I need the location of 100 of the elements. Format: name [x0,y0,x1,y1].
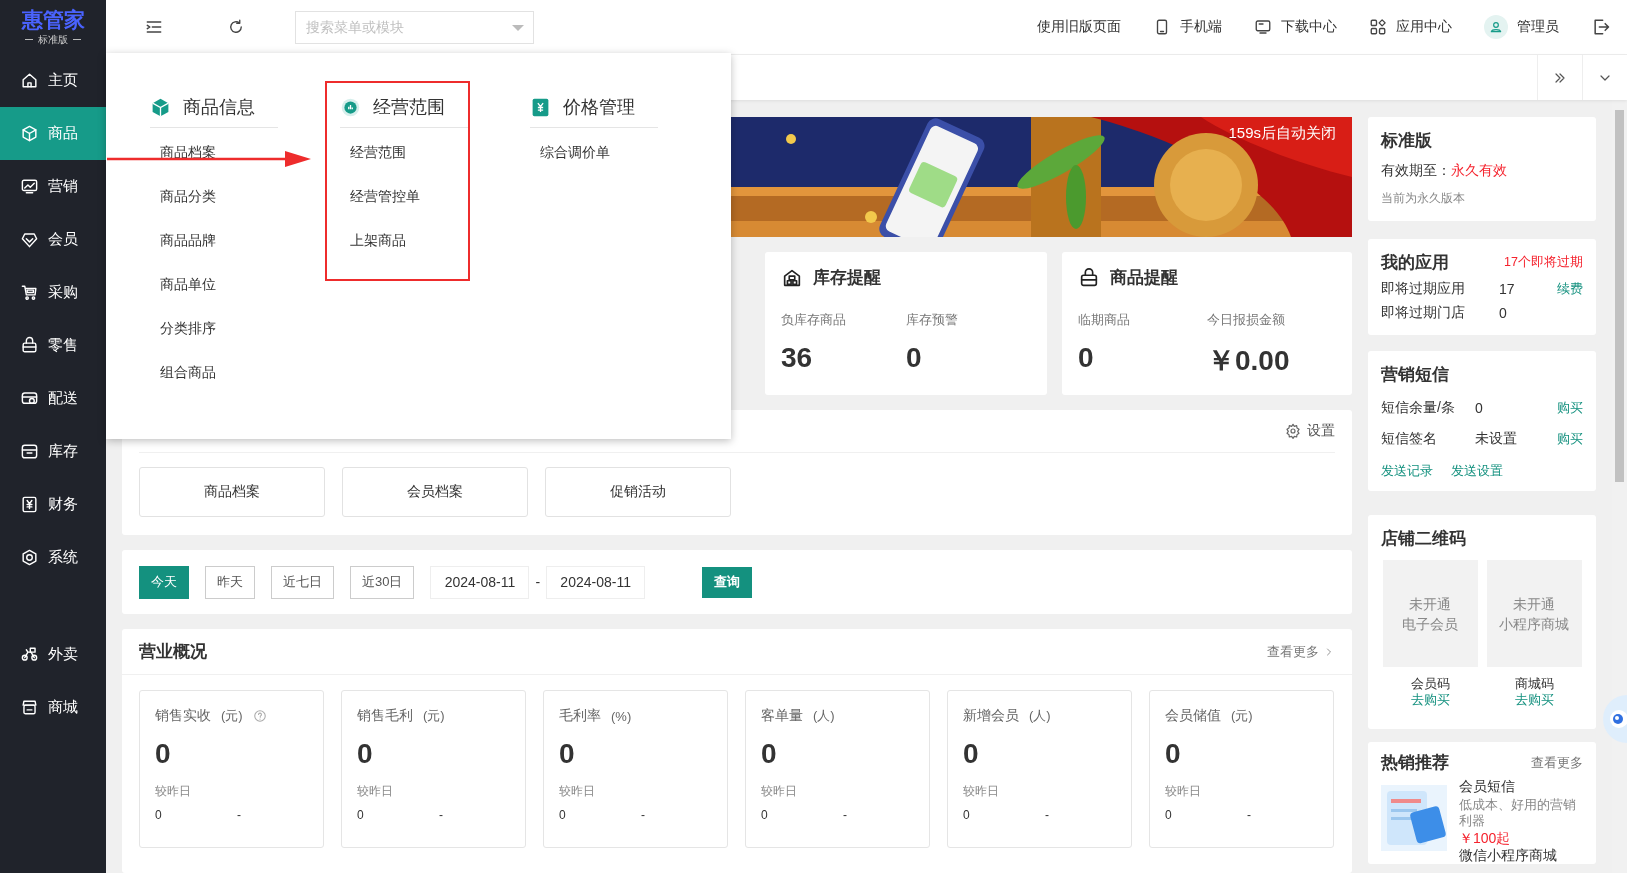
header-link[interactable]: 手机端 [1153,18,1222,36]
sidebar-item[interactable]: 系统 [0,531,106,584]
metric-unit: (元) [423,707,445,725]
validity-label: 有效期至： [1381,162,1451,180]
menu-group-title: 价格管理 [563,96,635,119]
card-title: 我的应用 [1381,252,1449,274]
change-value: - [1247,808,1251,822]
sidebar-item[interactable]: 营销 [0,160,106,213]
header-link[interactable]: 应用中心 [1369,18,1452,36]
bag-icon [1078,266,1100,289]
cube-icon [20,124,39,143]
sidebar-item[interactable]: 商城 [0,681,106,734]
stat-value: 0 [1078,342,1095,374]
compare-value: 0 [559,808,567,822]
sms-link[interactable]: 发送记录 [1381,462,1433,480]
menu-item[interactable]: 经营管控单 [350,186,420,206]
search-field[interactable]: 搜索菜单或模块 [295,10,534,44]
metric-label: 客单量 [761,707,803,725]
menu-item[interactable]: 商品单位 [160,274,216,294]
qrcode-label: 会员码 [1410,676,1450,692]
buy-link[interactable]: 购买 [1557,430,1583,448]
settings-link[interactable]: 设置 [1285,422,1335,440]
row-value: 未设置 [1475,430,1518,448]
shortcut-button[interactable]: 促销活动 [545,467,731,517]
refresh-icon[interactable] [227,18,245,36]
product-name[interactable]: 会员短信 [1459,777,1583,795]
renew-link[interactable]: 续费 [1557,280,1583,298]
chart-icon [20,177,39,196]
sidebar-item[interactable]: 会员 [0,213,106,266]
date-field[interactable]: 2024-08-11 [546,565,646,599]
logo-subtitle: 标准版 [38,32,68,47]
stat-value: ￥0.00 [1207,344,1291,378]
sidebar-item[interactable]: 配送 [0,372,106,425]
metric-unit: (元) [221,707,243,725]
date-separator: - [535,574,541,590]
metric-value: 0 [559,738,576,770]
range-button[interactable]: 昨天 [205,565,255,599]
section-title: 营业概况 [139,641,207,663]
range-button[interactable]: 近七日 [271,565,334,599]
yen-icon [20,495,39,514]
change-value: - [641,808,645,822]
menu-item[interactable]: 综合调价单 [540,142,610,162]
compare-value: 0 [155,808,163,822]
product-name[interactable]: 微信小程序商城 [1459,847,1583,864]
metric-label: 毛利率 [559,707,601,725]
settings-icon [1285,423,1301,439]
date-field[interactable]: 2024-08-11 [430,565,530,599]
metric-value: 0 [357,738,374,770]
sidebar-item[interactable]: 采购 [0,266,106,319]
header-link[interactable]: 管理员 [1484,15,1559,39]
buy-link[interactable]: 去购买 [1410,692,1450,708]
home-icon [20,71,39,90]
metric-unit: (人) [1029,707,1051,725]
buy-link[interactable]: 去购买 [1514,692,1554,708]
qrcode-name: 电子会员 [1402,614,1458,634]
shortcut-button[interactable]: 会员档案 [342,467,528,517]
caret-icon [512,24,524,31]
menu-item[interactable]: 经营范围 [350,142,406,162]
menu-item[interactable]: 分类排序 [160,318,216,338]
qrcode-label: 商城码 [1514,676,1554,692]
more-link[interactable]: 查看更多 [1267,642,1335,661]
metric-label: 销售毛利 [357,707,413,725]
header-link[interactable]: 下载中心 [1254,18,1337,36]
shortcut-button[interactable]: 商品档案 [139,467,325,517]
menu-item[interactable]: 组合商品 [160,362,216,382]
row-label: 即将过期应用 [1381,280,1466,298]
card-title: 库存提醒 [813,267,881,289]
menu-item[interactable]: 上架商品 [350,230,406,250]
menu-item[interactable]: 商品品牌 [160,230,216,250]
apps-icon [1369,18,1387,36]
range-button[interactable]: 近30日 [350,565,415,599]
more-link[interactable]: 查看更多 [1531,753,1583,772]
row-label: 短信余量/条 [1381,399,1456,417]
sms-link[interactable]: 发送设置 [1451,462,1503,480]
sidebar-item[interactable]: 零售 [0,319,106,372]
range-button[interactable]: 今天 [139,565,189,599]
buy-link[interactable]: 购买 [1557,399,1583,417]
card-title: 店铺二维码 [1381,529,1466,548]
metric-unit: (%) [611,708,632,724]
sidebar-item[interactable]: 库存 [0,425,106,478]
diamond-icon [20,230,39,249]
menu-item[interactable]: 商品分类 [160,186,216,206]
sidebar-item[interactable]: 财务 [0,478,106,531]
metric-label: 销售实收 [155,707,211,725]
query-button[interactable]: 查询 [702,566,753,598]
validity-value: 永久有效 [1451,162,1507,180]
header-link[interactable]: 使用旧版页面 [1037,18,1121,36]
card-title: 商品提醒 [1110,267,1178,289]
sidebar-item[interactable]: 主页 [0,54,106,107]
stat-label: 负库存商品 [781,312,846,327]
change-value: - [1045,808,1049,822]
card-title: 热销推荐 [1381,752,1449,774]
sidebar-item[interactable]: 外卖 [0,628,106,681]
edition-note: 当前为永久版本 [1381,190,1466,207]
logout-icon[interactable] [1591,17,1611,37]
compare-value: 0 [1165,808,1173,822]
compare-label: 较昨日 [357,783,394,800]
assistant-icon[interactable] [1603,695,1627,743]
qrcode-status: 未开通 [1409,594,1451,614]
metric-value: 0 [1165,738,1182,770]
